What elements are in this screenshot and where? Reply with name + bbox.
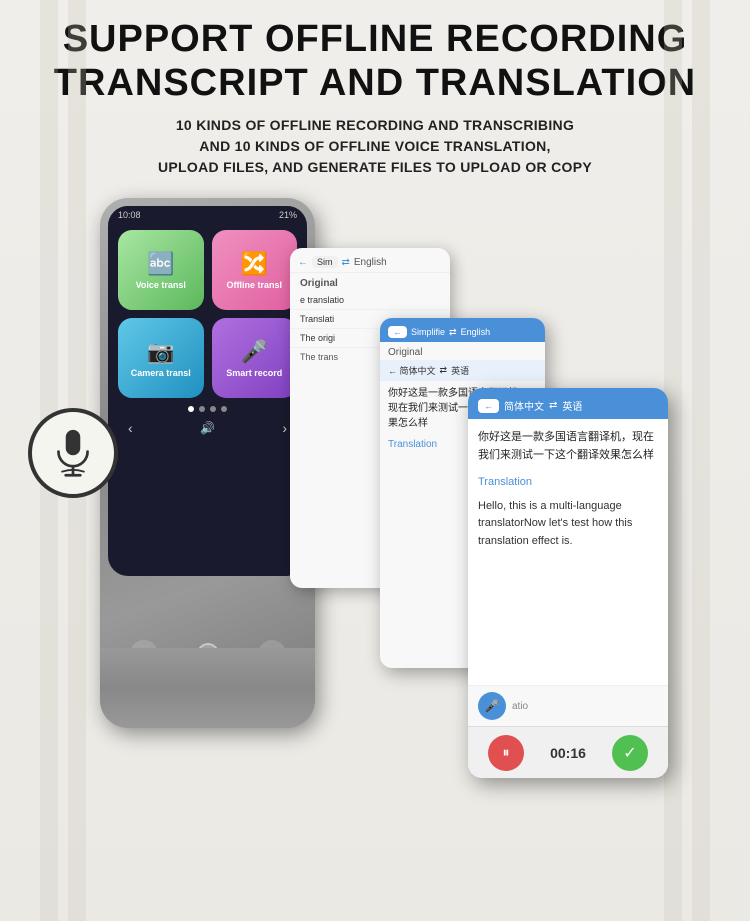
ss2-lang-arrow: ⇄ (440, 365, 448, 376)
ss3-header: ← 简体中文 ⇄ 英语 (468, 388, 668, 419)
app-grid: 🔤 Voice transl 🔀 Offline transl 📷 Camera… (108, 224, 307, 402)
ss1-original-label: Original (290, 273, 450, 291)
device-body: 10:08 21% 🔤 Voice transl 🔀 Offline trans… (100, 198, 315, 728)
time-display: 10:08 (118, 210, 141, 220)
dot-2 (199, 406, 205, 412)
app-voice-transl[interactable]: 🔤 Voice transl (118, 230, 204, 310)
mic-circle (28, 408, 118, 498)
app-camera-transl[interactable]: 📷 Camera transl (118, 318, 204, 398)
offline-label: Offline transl (226, 280, 282, 290)
ss2-lang-from: ← 简体中文 (388, 364, 436, 377)
ss1-back-arrow: ← (298, 257, 308, 268)
status-bar: 10:08 21% (108, 206, 307, 224)
ss1-translation-row: e translatio (290, 291, 450, 310)
app-smart-record[interactable]: 🎤 Smart record (212, 318, 298, 398)
offline-icon: 🔀 (241, 251, 268, 277)
ss3-footer: ⏸ 00:16 ✓ (468, 726, 668, 778)
ss3-confirm-button[interactable]: ✓ (612, 735, 648, 771)
ss1-lang-from: Sim (312, 256, 338, 268)
dot-4 (221, 406, 227, 412)
ss3-english-text: Hello, this is a multi-language translat… (468, 493, 668, 556)
device-wrapper: 10:08 21% 🔤 Voice transl 🔀 Offline trans… (100, 198, 315, 728)
content-area: 10:08 21% 🔤 Voice transl 🔀 Offline trans… (0, 188, 750, 818)
nav-prev[interactable]: ‹ (128, 420, 133, 436)
ss2-back: ← (388, 326, 407, 338)
ss3-back: ← (478, 399, 499, 413)
ss1-header: ← Sim ⇄ English (290, 248, 450, 273)
main-title: SUPPORT OFFLINE RECORDING TRANSCRIPT AND… (30, 18, 720, 105)
camera-icon: 📷 (147, 339, 174, 365)
device-bottom-grip (100, 648, 315, 728)
screen-nav: ‹ 🔊 › (108, 416, 307, 440)
smart-icon: 🎤 (241, 339, 268, 365)
ss3-english-lang: 英语 (562, 398, 582, 413)
dot-3 (210, 406, 216, 412)
microphone-icon (51, 428, 95, 478)
ss2-header: ← Simplifie ⇄ English (380, 318, 545, 342)
ss3-pause-button[interactable]: ⏸ (488, 735, 524, 771)
smart-label: Smart record (226, 368, 282, 378)
dot-1 (188, 406, 194, 412)
ss3-mic-area: 🎤 atio (468, 685, 668, 726)
page-wrapper: SUPPORT OFFLINE RECORDING TRANSCRIPT AND… (0, 0, 750, 921)
nav-next[interactable]: › (282, 420, 287, 436)
nav-speaker[interactable]: 🔊 (200, 421, 215, 435)
ss1-lang-to: English (354, 257, 387, 268)
battery-display: 21% (279, 210, 297, 220)
ss3-arrow: ⇄ (549, 400, 557, 411)
voice-icon: 🔤 (147, 251, 174, 277)
ss3-simplified: 简体中文 (504, 398, 544, 413)
ss3-chinese-text: 你好这是一款多国语言翻译机，现在我们来测试一下这个翻译效果怎么样 (468, 419, 668, 472)
app-offline-transl[interactable]: 🔀 Offline transl (212, 230, 298, 310)
ss2-arrow: ⇄ (449, 327, 457, 338)
ss2-english: English (461, 327, 491, 337)
device-screen: 10:08 21% 🔤 Voice transl 🔀 Offline trans… (108, 206, 307, 576)
voice-label: Voice transl (136, 280, 186, 290)
ss3-atio: atio (512, 701, 528, 712)
ss2-lang-row: ← 简体中文 ⇄ 英语 (380, 360, 545, 381)
ss2-original-label: Original (380, 342, 545, 360)
ss3-mic-button[interactable]: 🎤 (478, 692, 506, 720)
ss3-timer: 00:16 (550, 745, 586, 761)
ss3-translation-label: Translation (468, 473, 668, 493)
screenshot-3: ← 简体中文 ⇄ 英语 你好这是一款多国语言翻译机，现在我们来测试一下这个翻译效… (468, 388, 668, 778)
page-dots (108, 406, 307, 412)
camera-label: Camera transl (131, 368, 191, 378)
sub-title: 10 KINDS OF OFFLINE RECORDING AND TRANSC… (30, 115, 720, 178)
ss1-direction-arrow: ⇄ (342, 257, 350, 268)
ss2-simplified: Simplifie (411, 327, 445, 337)
ss2-lang-to: 英语 (451, 364, 469, 377)
header-section: SUPPORT OFFLINE RECORDING TRANSCRIPT AND… (0, 0, 750, 188)
